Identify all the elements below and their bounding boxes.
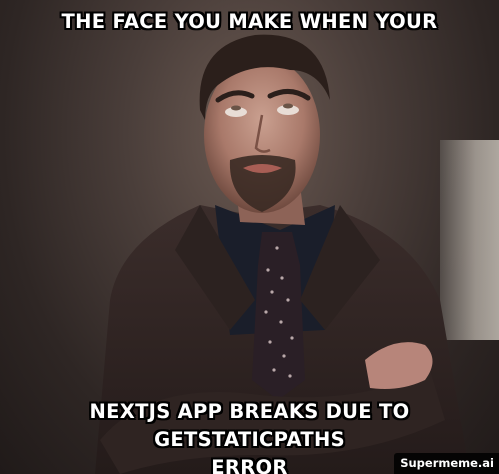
meme-image: THE FACE YOU MAKE WHEN YOUR NEXTJS APP B…	[0, 0, 499, 474]
tie	[252, 232, 305, 400]
watermark: Supermeme.ai	[394, 453, 499, 474]
bottom-caption-line1: NEXTJS APP BREAKS DUE TO GETSTATICPATHS	[89, 400, 410, 451]
top-caption: THE FACE YOU MAKE WHEN YOUR	[61, 10, 438, 33]
